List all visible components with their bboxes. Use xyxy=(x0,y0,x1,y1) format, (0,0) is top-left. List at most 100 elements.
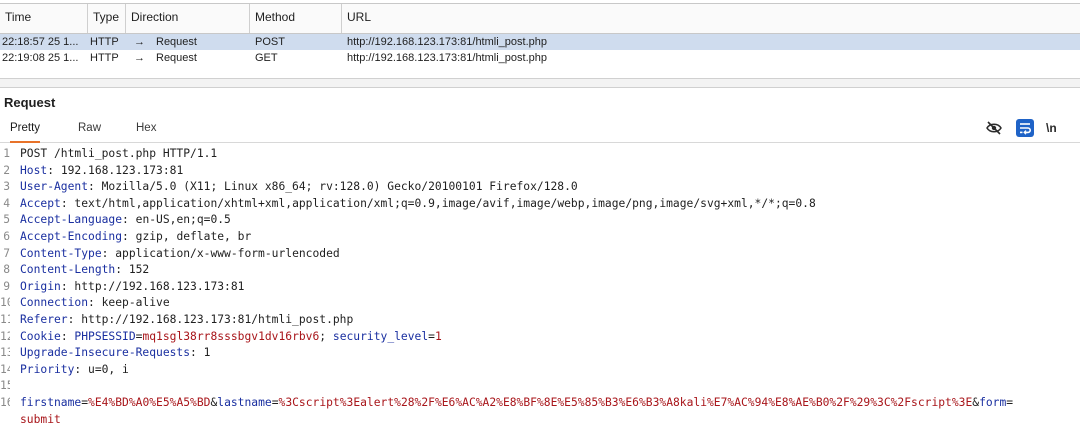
header-name: Cookie xyxy=(20,329,61,343)
param-value: %E4%BD%A0%E5%A5%BD xyxy=(88,395,211,409)
line-text: Host: 192.168.123.173:81 xyxy=(20,163,183,180)
body-line-wrap: submit xyxy=(20,412,1013,429)
row-direction: Request xyxy=(156,52,197,64)
direction-arrow-icon: → xyxy=(134,36,145,48)
line-number: 3 xyxy=(3,180,10,194)
column-method[interactable]: Method xyxy=(250,4,342,33)
header-name: Connection xyxy=(20,296,89,310)
code-line: 2 Host: 192.168.123.173:81 xyxy=(0,163,1080,180)
history-row[interactable]: 22:18:57 25 1... HTTP → Request POST htt… xyxy=(0,34,1080,50)
column-url[interactable]: URL xyxy=(342,4,1080,33)
header-name: Upgrade-Insecure-Requests xyxy=(20,346,191,360)
line-text: Cookie: PHPSESSID = mq1sgl38rr8sssbgv1dv16… xyxy=(20,329,442,346)
code-line: 3 User-Agent: Mozilla/5.0 (X11; Linux x86… xyxy=(0,179,1080,196)
code-line: 7 Content-Type: application/x-www-form-ur… xyxy=(0,246,1080,263)
param-name: lastname xyxy=(217,395,272,409)
header-separator: : xyxy=(60,196,75,210)
request-editor[interactable]: 1 POST /htmli_post.php HTTP/1.1 2 Host: 192… xyxy=(0,146,1080,426)
tab-hex[interactable]: Hex xyxy=(136,122,156,141)
line-number: 8 xyxy=(3,263,10,277)
line-number: 9 xyxy=(3,279,10,293)
header-name: User-Agent xyxy=(20,180,89,194)
param-name: firstname xyxy=(20,395,82,409)
header-value: gzip, deflate, br xyxy=(135,229,252,243)
param-value: submit xyxy=(20,412,61,426)
history-row[interactable]: 22:19:08 25 1... HTTP → Request GET http… xyxy=(0,50,1080,66)
header-name: Accept-Language xyxy=(20,213,123,227)
line-number: 11 xyxy=(0,312,10,326)
column-type[interactable]: Type xyxy=(88,4,126,33)
header-name: Priority xyxy=(20,362,75,376)
pane-splitter[interactable] xyxy=(0,78,1080,88)
column-direction[interactable]: Direction xyxy=(126,4,250,33)
header-value: keep-alive xyxy=(101,296,170,310)
header-value: u=0, i xyxy=(88,362,129,376)
header-value: text/html,application/xhtml+xml,applicat… xyxy=(74,196,816,210)
tab-raw[interactable]: Raw xyxy=(78,122,101,141)
code-line: 9 Origin: http://192.168.123.173:81 xyxy=(0,279,1080,296)
line-text: User-Agent: Mozilla/5.0 (X11; Linux x86_… xyxy=(20,179,578,196)
column-time[interactable]: Time xyxy=(0,4,88,33)
line-text: Accept: text/html,application/xhtml+xml,… xyxy=(20,196,816,213)
body-line: firstname=%E4%BD%A0%E5%A5%BD&lastname=%3… xyxy=(20,395,1013,412)
line-text: firstname=%E4%BD%A0%E5%A5%BD&lastname=%3… xyxy=(20,395,1013,428)
cookie-separator: ; xyxy=(319,329,333,343)
header-value: 1 xyxy=(203,346,211,360)
equals-sign: = xyxy=(81,395,89,409)
header-value: http://192.168.123.173:81 xyxy=(74,279,245,293)
row-method: POST xyxy=(255,36,285,48)
header-separator: : xyxy=(190,346,204,360)
param-name: form xyxy=(979,395,1007,409)
row-url: http://192.168.123.173:81/htmli_post.php xyxy=(347,52,547,64)
line-number: 7 xyxy=(3,246,10,260)
line-number: 15 xyxy=(0,379,10,393)
line-text: Connection: keep-alive xyxy=(20,295,170,312)
header-value: 192.168.123.173:81 xyxy=(60,163,184,177)
header-separator: : xyxy=(101,246,116,260)
history-header: Time Type Direction Method URL xyxy=(0,3,1080,34)
line-text: Upgrade-Insecure-Requests: 1 xyxy=(20,345,210,362)
header-name: Referer xyxy=(20,312,68,326)
code-line: 13 Upgrade-Insecure-Requests: 1 xyxy=(0,345,1080,362)
code-line: 11 Referer: http://192.168.123.173:81/htm… xyxy=(0,312,1080,329)
code-line: 10 Connection: keep-alive xyxy=(0,295,1080,312)
history-table: Time Type Direction Method URL 22:18:57 … xyxy=(0,0,1080,66)
header-separator: : xyxy=(122,229,136,243)
line-number: 14 xyxy=(0,362,10,376)
line-text: Content-Length: 152 xyxy=(20,262,149,279)
row-time: 22:19:08 25 1... xyxy=(2,52,79,64)
header-separator: : xyxy=(115,263,129,277)
request-line: POST /htmli_post.php HTTP/1.1 xyxy=(20,147,218,160)
eye-slash-icon[interactable] xyxy=(985,119,1003,137)
row-direction: Request xyxy=(156,36,197,48)
code-line: 15 xyxy=(0,378,1080,395)
line-text: Content-Type: application/x-www-form-url… xyxy=(20,246,340,263)
cookie-value: mq1sgl38rr8sssbgv1dv16rbv6 xyxy=(142,329,320,343)
line-text: Origin: http://192.168.123.173:81 xyxy=(20,279,244,296)
tab-pretty[interactable]: Pretty xyxy=(10,122,41,143)
header-name: Accept xyxy=(20,196,61,210)
code-line: 1 POST /htmli_post.php HTTP/1.1 xyxy=(0,146,1080,163)
line-number: 10 xyxy=(0,296,10,310)
wrap-icon[interactable] xyxy=(1016,119,1034,137)
code-line: 4 Accept: text/html,application/xhtml+xml… xyxy=(0,196,1080,213)
header-separator: : xyxy=(88,296,102,310)
line-text: Accept-Language: en-US,en;q=0.5 xyxy=(20,212,231,229)
header-value: application/x-www-form-urlencoded xyxy=(115,246,340,260)
header-separator: : xyxy=(60,329,75,343)
header-name: Accept-Encoding xyxy=(20,229,123,243)
newline-toggle[interactable]: \n xyxy=(1046,119,1064,137)
header-name: Host xyxy=(20,163,48,177)
equals-sign: = xyxy=(428,329,435,343)
line-number: 12 xyxy=(0,329,10,343)
row-url: http://192.168.123.173:81/htmli_post.php xyxy=(347,36,547,48)
header-separator: : xyxy=(88,180,102,194)
header-separator: : xyxy=(67,312,82,326)
line-number: 16 xyxy=(0,395,10,409)
header-separator: : xyxy=(47,163,61,177)
header-separator: : xyxy=(122,213,136,227)
line-number: 5 xyxy=(3,213,10,227)
row-time: 22:18:57 25 1... xyxy=(2,36,79,48)
header-value: Mozilla/5.0 (X11; Linux x86_64; rv:128.0… xyxy=(101,180,578,194)
line-number: 13 xyxy=(0,346,10,360)
